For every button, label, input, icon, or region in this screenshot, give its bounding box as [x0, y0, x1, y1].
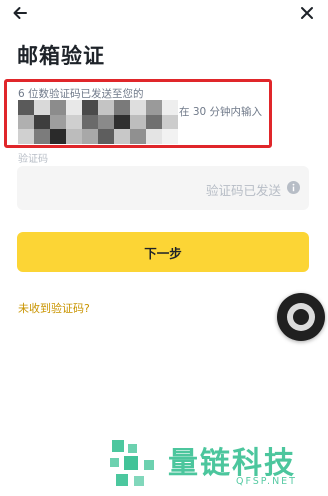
info-icon[interactable]: [287, 181, 300, 194]
code-field-label: 验证码: [18, 154, 48, 165]
page-title: 邮箱验证: [17, 44, 105, 68]
watermark: 量链科技 QFSP.NET: [108, 436, 328, 496]
next-step-button[interactable]: 下一步: [17, 232, 309, 272]
verification-code-input[interactable]: 验证码已发送: [17, 166, 309, 210]
close-icon[interactable]: [300, 6, 314, 20]
back-arrow-icon[interactable]: [12, 4, 28, 22]
annotation-highlight-box: [4, 79, 272, 148]
resend-code-link[interactable]: 未收到验证码?: [18, 300, 90, 316]
watermark-logo-icon: [110, 440, 154, 486]
code-sent-status: 验证码已发送: [205, 183, 281, 198]
watermark-subtext: QFSP.NET: [236, 476, 297, 487]
floating-assist-button[interactable]: [277, 293, 325, 341]
